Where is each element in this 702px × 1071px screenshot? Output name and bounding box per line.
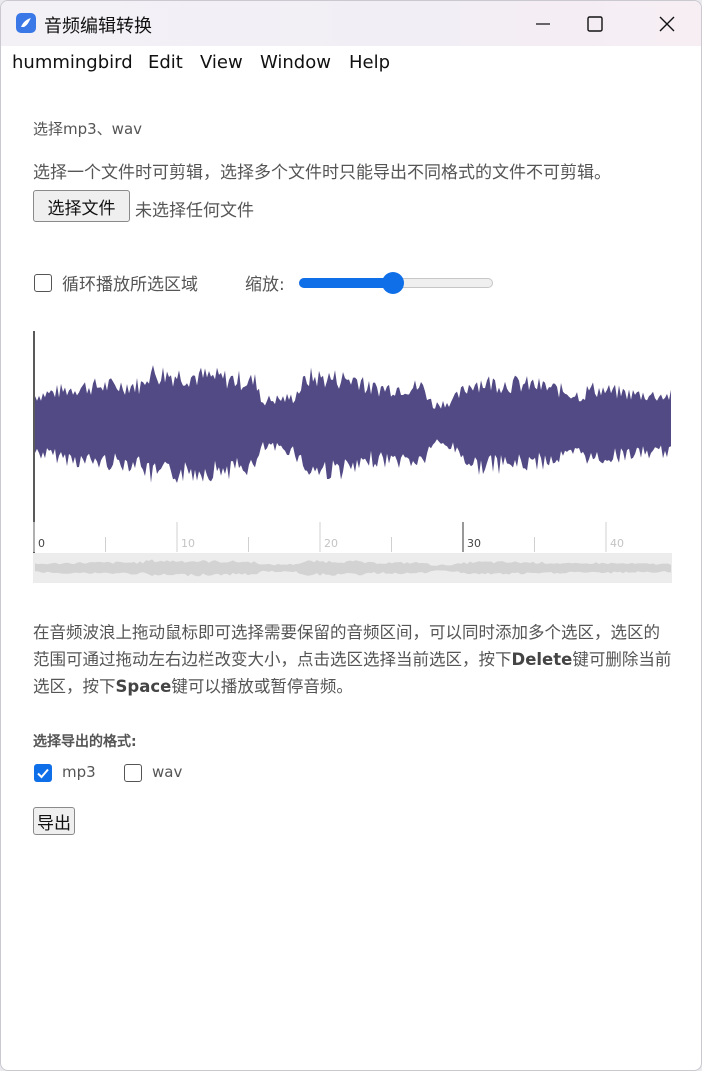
maximize-button[interactable] [565,1,625,46]
wav-label: wav [152,763,183,781]
mp3-checkbox[interactable] [34,764,52,782]
menu-bar: hummingbird Edit View Window Help [1,46,701,80]
loop-checkbox[interactable] [34,274,52,292]
tick-label-40: 40 [610,537,624,550]
zoom-slider[interactable] [299,272,493,294]
zoom-slider-fill [299,278,393,288]
mp3-label: mp3 [62,763,96,781]
zoom-slider-thumb[interactable] [381,272,404,294]
delete-key: Delete [511,650,573,669]
hummingbird-app-icon [16,13,36,33]
waveform-editor[interactable]: 0 10 20 30 40 [33,331,672,583]
timeline-ticks [33,522,607,552]
loop-label: 循环播放所选区域 [62,275,198,295]
file-status: 未选择任何文件 [135,201,254,221]
window-title: 音频编辑转换 [44,16,152,37]
edit-description: 选择一个文件时可剪辑，选择多个文件时只能导出不同格式的文件不可剪辑。 [33,163,611,183]
title-bar[interactable]: 音频编辑转换 [1,1,701,46]
menu-hummingbird[interactable]: hummingbird [12,52,133,73]
menu-window[interactable]: Window [260,52,331,73]
select-label: 选择mp3、wav [33,120,143,138]
waveform-svg[interactable]: 0 10 20 30 40 [33,331,672,583]
waveform[interactable] [35,365,671,483]
minimize-button[interactable] [513,1,573,46]
usage-text-3: 键可以播放或暂停音频。 [171,677,353,696]
tick-label-10: 10 [181,537,195,550]
check-icon [37,768,49,779]
export-format-label: 选择导出的格式: [33,734,137,750]
usage-description: 在音频波浪上拖动鼠标即可选择需要保留的音频区间，可以同时添加多个选区，选区的范围… [33,619,673,700]
wav-checkbox[interactable] [124,764,142,782]
menu-edit[interactable]: Edit [148,52,183,73]
zoom-label: 缩放: [245,275,285,295]
tick-label-0: 0 [38,537,45,550]
export-button[interactable]: 导出 [33,807,75,835]
tick-label-20: 20 [324,537,338,550]
close-button[interactable] [637,1,697,46]
space-key: Space [115,677,172,696]
menu-help[interactable]: Help [349,52,390,73]
tick-label-30: 30 [467,537,481,550]
choose-file-button[interactable]: 选择文件 [33,190,130,222]
menu-view[interactable]: View [200,52,243,73]
app-window: 音频编辑转换 hummingbird Edit View Window Help… [0,0,702,1071]
